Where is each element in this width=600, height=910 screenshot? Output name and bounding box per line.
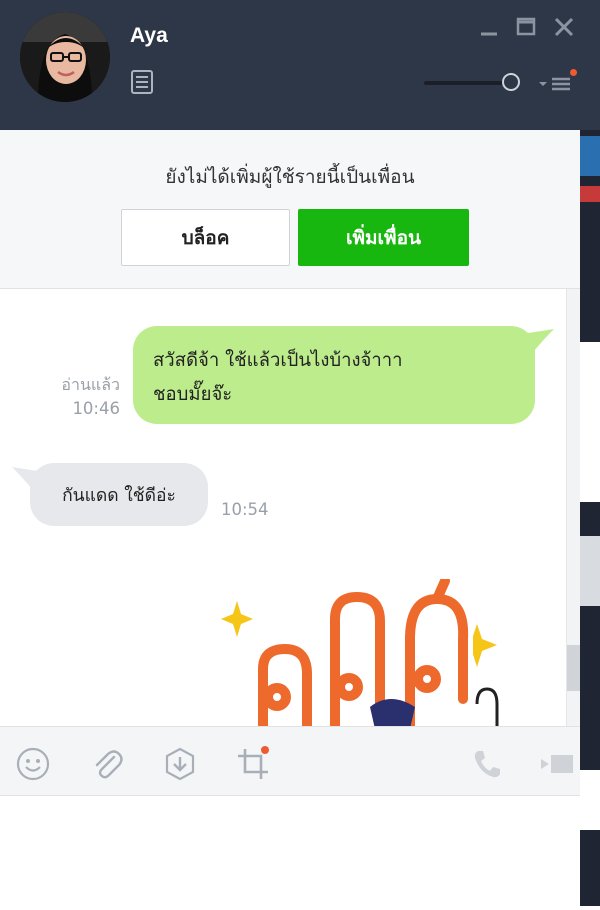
menu-icon[interactable]	[538, 72, 574, 96]
background-window	[580, 136, 600, 176]
incoming-message-bubble[interactable]: กันแดด ใช้ดีอ่ะ	[30, 463, 208, 526]
read-receipt: อ่านแล้ว	[61, 375, 120, 394]
notification-dot	[570, 69, 577, 76]
add-friend-button[interactable]: เพิ่มเพื่อน	[298, 209, 469, 266]
background-window	[580, 186, 600, 202]
message-time: 10:54	[221, 500, 269, 519]
block-button[interactable]: บล็อค	[121, 209, 290, 266]
keep-icon[interactable]	[163, 747, 197, 781]
minimize-icon[interactable]	[476, 14, 502, 40]
background-window	[580, 536, 600, 606]
emoji-icon[interactable]	[16, 747, 50, 781]
message-line: สวัสดีจ้า ใช้แล้วเป็นไงบ้างจ้าาา	[153, 350, 403, 371]
outgoing-message-bubble[interactable]: สวัสดีจ้า ใช้แล้วเป็นไงบ้างจ้าาา ชอบมั๊ย…	[133, 326, 535, 424]
transparency-slider[interactable]	[424, 72, 524, 94]
attachment-icon[interactable]	[90, 747, 124, 781]
message-input-area	[0, 796, 580, 906]
not-friend-banner: ยังไม่ได้เพิ่มผู้ใช้รายนี้เป็นเพื่อน บล็…	[0, 130, 580, 289]
notes-icon[interactable]	[131, 70, 153, 94]
message-input[interactable]	[0, 796, 580, 906]
sticker-image[interactable]	[215, 579, 515, 726]
desktop-background	[580, 130, 600, 906]
background-window	[580, 770, 600, 830]
video-icon[interactable]	[540, 747, 574, 781]
slider-knob[interactable]	[502, 73, 520, 91]
maximize-icon[interactable]	[513, 14, 539, 40]
notification-dot	[261, 746, 269, 754]
message-line: ชอบมั๊ยจ๊ะ	[153, 384, 233, 405]
background-window	[580, 342, 600, 502]
close-icon[interactable]	[551, 14, 577, 40]
slider-track	[424, 81, 514, 85]
message-time: 10:46	[72, 399, 120, 418]
chat-header: Aya	[0, 0, 600, 130]
contact-name: Aya	[130, 24, 168, 47]
scrollbar-thumb[interactable]	[567, 645, 580, 691]
banner-message: ยังไม่ได้เพิ่มผู้ใช้รายนี้เป็นเพื่อน	[165, 166, 415, 188]
chat-messages: สวัสดีจ้า ใช้แล้วเป็นไงบ้างจ้าาา ชอบมั๊ย…	[0, 289, 566, 726]
phone-icon[interactable]	[470, 747, 504, 781]
chat-toolbar	[0, 726, 580, 796]
contact-avatar[interactable]	[20, 12, 110, 102]
